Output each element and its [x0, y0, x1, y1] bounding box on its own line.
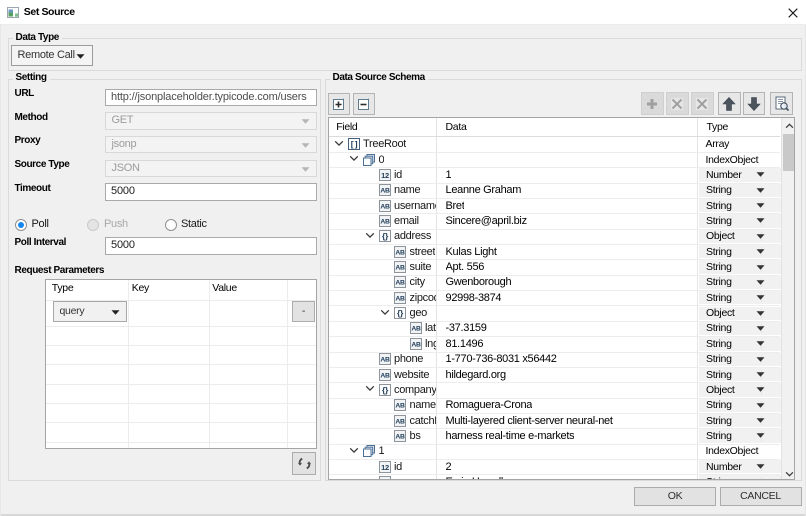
svg-text:AB: AB — [380, 188, 390, 195]
svg-text:AB: AB — [395, 418, 405, 425]
svg-text:{}: {} — [397, 308, 404, 318]
svg-text:{}: {} — [381, 231, 388, 241]
svg-text:AB: AB — [380, 372, 390, 379]
svg-text:AB: AB — [411, 326, 421, 333]
svg-text:AB: AB — [380, 203, 390, 210]
svg-text:AB: AB — [395, 265, 405, 272]
svg-text:{}: {} — [381, 385, 388, 395]
svg-text:12: 12 — [381, 463, 389, 472]
svg-text:AB: AB — [380, 219, 390, 226]
svg-text:AB: AB — [411, 342, 421, 349]
svg-text:AB: AB — [395, 280, 405, 287]
svg-text:AB: AB — [395, 295, 405, 302]
svg-text:[ ]: [ ] — [350, 139, 357, 149]
svg-text:AB: AB — [395, 249, 405, 256]
svg-text:AB: AB — [380, 357, 390, 364]
svg-text:12: 12 — [381, 171, 389, 180]
svg-text:AB: AB — [395, 434, 405, 441]
svg-text:AB: AB — [395, 403, 405, 410]
